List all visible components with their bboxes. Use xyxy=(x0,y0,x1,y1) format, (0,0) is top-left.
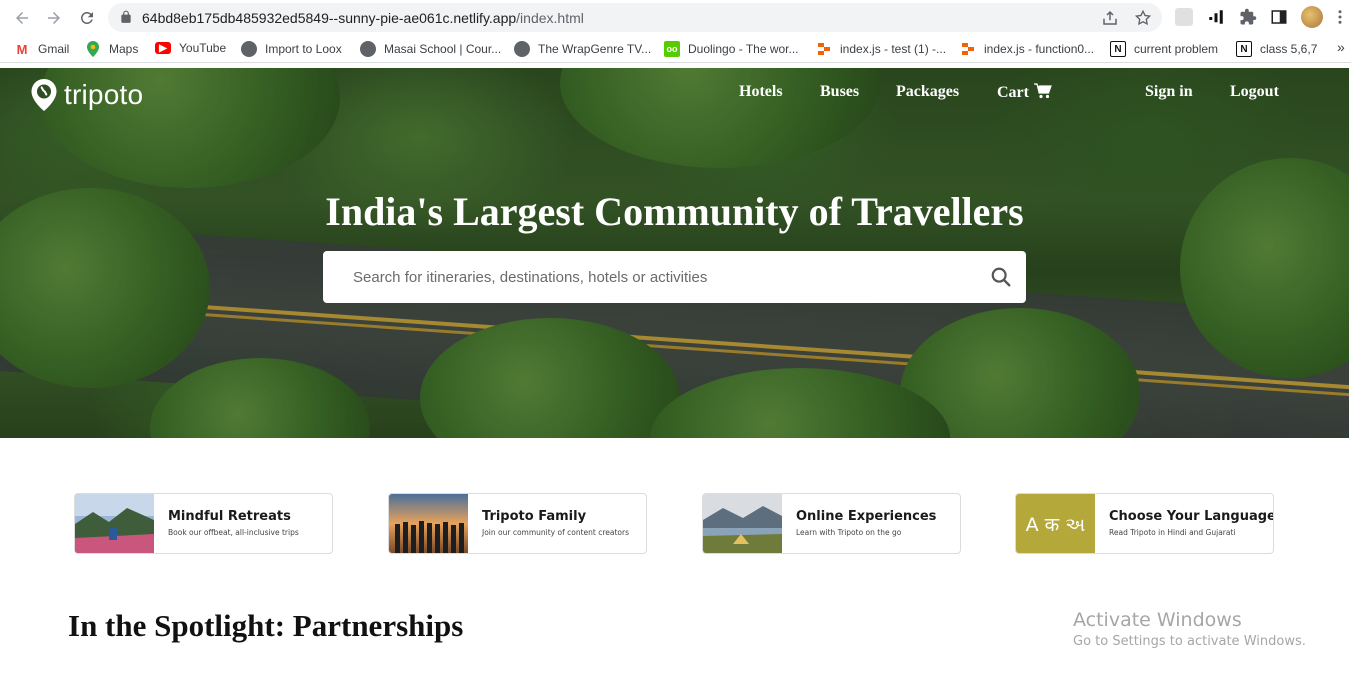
nav-cart[interactable]: Cart xyxy=(997,83,1052,102)
maps-icon xyxy=(85,41,101,57)
url-text: 64bd8eb175db485932ed5849--sunny-pie-ae06… xyxy=(142,10,584,26)
nav-hotels[interactable]: Hotels xyxy=(739,83,783,101)
star-icon[interactable] xyxy=(1134,9,1152,27)
address-bar[interactable]: 64bd8eb175db485932ed5849--sunny-pie-ae06… xyxy=(108,3,1162,32)
back-button[interactable] xyxy=(10,6,34,30)
bookmark-wrapgenre[interactable]: The WrapGenre TV... xyxy=(514,41,651,57)
card-subtitle: Learn with Tripoto on the go xyxy=(796,528,902,537)
globe-icon xyxy=(514,41,530,57)
watermark-title: Activate Windows xyxy=(1073,609,1242,631)
card-title: Tripoto Family xyxy=(482,509,587,524)
search-input[interactable] xyxy=(353,265,973,289)
bookmark-label: YouTube xyxy=(179,41,227,55)
logo-text: tripoto xyxy=(64,79,144,110)
nav-buses[interactable]: Buses xyxy=(820,83,859,101)
bookmark-masai-school[interactable]: Masai School | Cour... xyxy=(360,41,501,57)
card-subtitle: Read Tripoto in Hindi and Gujarati xyxy=(1109,528,1236,537)
card-title: Online Experiences xyxy=(796,509,937,524)
bookmark-label: class 5,6,7 xyxy=(1260,42,1318,56)
reload-icon xyxy=(80,11,93,24)
url-host: 64bd8eb175db485932ed5849--sunny-pie-ae06… xyxy=(142,10,517,26)
search-bar xyxy=(323,251,1026,303)
language-tile: A क અ xyxy=(1016,494,1095,553)
bookmark-label: Masai School | Cour... xyxy=(384,42,502,56)
browser-toolbar: 64bd8eb175db485932ed5849--sunny-pie-ae06… xyxy=(0,0,1351,36)
bookmarks-bar: M Gmail Maps ▶ YouTube Import to Loox Ma… xyxy=(0,36,1351,63)
bookmark-gmail[interactable]: M Gmail xyxy=(14,41,69,57)
forward-button[interactable] xyxy=(42,6,66,30)
arrow-left-icon xyxy=(16,12,28,24)
youtube-icon: ▶ xyxy=(155,42,171,54)
card-mindful-retreats[interactable]: Mindful Retreats Book our offbeat, all-i… xyxy=(74,493,333,554)
tripoto-family-image xyxy=(389,494,468,553)
search-icon[interactable] xyxy=(990,266,1012,288)
arrow-right-icon xyxy=(48,12,60,24)
bookmark-import-to-loox[interactable]: Import to Loox xyxy=(241,41,342,57)
puzzle-icon[interactable] xyxy=(1239,8,1257,26)
duolingo-icon: oo xyxy=(664,41,680,57)
bookmark-youtube[interactable]: ▶ YouTube xyxy=(155,41,226,55)
share-icon[interactable] xyxy=(1101,9,1119,27)
hero-headline: India's Largest Community of Travellers xyxy=(325,189,1024,234)
bookmark-label: Import to Loox xyxy=(265,42,342,56)
nav-sign-in[interactable]: Sign in xyxy=(1145,83,1193,101)
nav-cart-label: Cart xyxy=(997,84,1029,101)
side-panel-icon[interactable] xyxy=(1270,8,1288,26)
profile-avatar[interactable] xyxy=(1301,6,1323,28)
card-tripoto-family[interactable]: Tripoto Family Join our community of con… xyxy=(388,493,647,554)
card-title: Mindful Retreats xyxy=(168,509,291,524)
bookmark-index-test[interactable]: index.js - test (1) -... xyxy=(816,41,946,57)
card-subtitle: Book our offbeat, all-inclusive trips xyxy=(168,528,299,537)
bookmark-label: The WrapGenre TV... xyxy=(538,42,652,56)
lock-icon xyxy=(121,10,131,23)
card-choose-language[interactable]: A क અ Choose Your Language Read Tripoto … xyxy=(1015,493,1274,554)
location-pin-icon xyxy=(31,79,57,111)
url-path: /index.html xyxy=(516,10,584,26)
bookmark-label: Duolingo - The wor... xyxy=(688,42,799,56)
nav-packages[interactable]: Packages xyxy=(896,83,959,101)
hero-banner: tripoto Hotels Buses Packages Cart Sign … xyxy=(0,68,1349,438)
cart-icon xyxy=(1033,83,1052,99)
kebab-menu-icon[interactable] xyxy=(1331,8,1349,26)
signal-extension-icon[interactable] xyxy=(1207,8,1225,26)
bookmark-index-function[interactable]: index.js - function0... xyxy=(960,41,1094,57)
bookmark-label: index.js - function0... xyxy=(984,42,1095,56)
gmail-icon: M xyxy=(14,41,30,57)
bookmark-duolingo[interactable]: oo Duolingo - The wor... xyxy=(664,41,799,57)
reload-button[interactable] xyxy=(75,6,99,30)
more-bookmarks-button[interactable]: » xyxy=(1337,39,1345,55)
activate-windows-watermark: Activate Windows Go to Settings to activ… xyxy=(1073,609,1306,649)
bookmark-maps[interactable]: Maps xyxy=(85,41,138,57)
bookmark-current-problem[interactable]: N current problem xyxy=(1110,41,1218,57)
tripoto-logo[interactable]: tripoto xyxy=(30,78,143,112)
replit-icon xyxy=(960,41,976,57)
bookmark-label: index.js - test (1) -... xyxy=(840,42,947,56)
globe-icon xyxy=(360,41,376,57)
card-online-experiences[interactable]: Online Experiences Learn with Tripoto on… xyxy=(702,493,961,554)
globe-icon xyxy=(241,41,257,57)
spotlight-heading: In the Spotlight: Partnerships xyxy=(68,608,464,643)
notion-icon: N xyxy=(1110,41,1126,57)
card-subtitle: Join our community of content creators xyxy=(482,528,629,537)
notion-icon: N xyxy=(1236,41,1252,57)
card-title: Choose Your Language xyxy=(1109,509,1274,524)
bookmark-class-567[interactable]: N class 5,6,7 xyxy=(1236,41,1317,57)
replit-icon xyxy=(816,41,832,57)
watermark-subtitle: Go to Settings to activate Windows. xyxy=(1073,634,1306,649)
bookmark-label: Gmail xyxy=(38,42,70,56)
nav-logout[interactable]: Logout xyxy=(1230,83,1279,101)
bookmark-label: current problem xyxy=(1134,42,1219,56)
bookmark-label: Maps xyxy=(109,42,139,56)
extension-k-icon[interactable] xyxy=(1175,8,1193,26)
online-experiences-image xyxy=(703,494,782,553)
mindful-retreats-image xyxy=(75,494,154,553)
